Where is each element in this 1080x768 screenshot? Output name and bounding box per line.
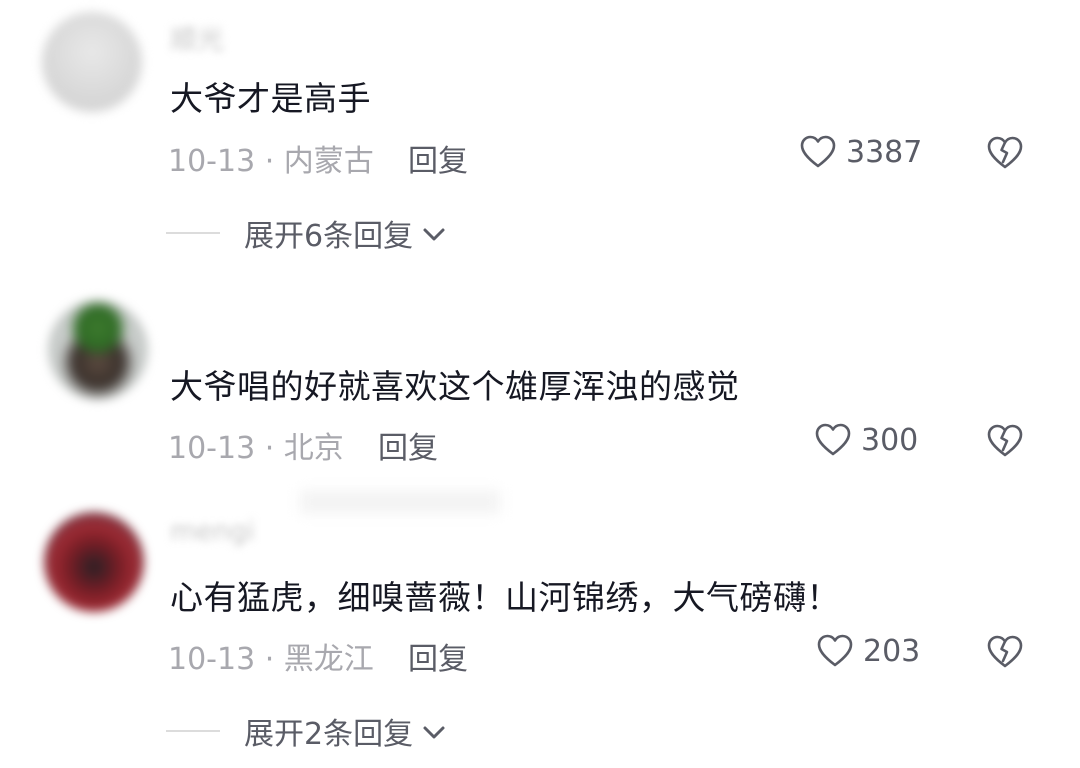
comment-text: 大爷才是高手 [170, 79, 371, 118]
expand-replies-button[interactable]: 展开6条回复 [166, 211, 449, 255]
reply-button[interactable]: 回复 [408, 634, 468, 678]
expand-replies-label: 展开6条回复 [244, 219, 414, 254]
broken-heart-icon[interactable] [985, 133, 1025, 173]
comment-date-location: 10-13 · 黑龙江 [168, 642, 374, 677]
avatar[interactable] [44, 512, 144, 612]
broken-heart-icon[interactable] [985, 632, 1025, 672]
like-button[interactable]: 300 [813, 420, 918, 460]
comment-list: 顺光 大爷才是高手 10-13 · 内蒙古 回复 3387 展开6条回复 大爷唱… [0, 0, 1080, 768]
username[interactable]: mengi [170, 516, 255, 547]
comment-date-location: 10-13 · 内蒙古 [168, 144, 374, 179]
heart-outline-icon [815, 423, 851, 456]
expand-replies-button[interactable]: 展开2条回复 [166, 709, 449, 753]
comment-date-location: 10-13 · 北京 [168, 431, 344, 466]
comment-text: 大爷唱的好就喜欢这个雄厚浑浊的感觉 [170, 367, 740, 406]
comment-text: 心有猛虎，细嗅蔷薇！山河锦绣，大气磅礴！ [170, 578, 840, 617]
reply-button[interactable]: 回复 [408, 136, 468, 180]
avatar[interactable] [48, 300, 148, 400]
like-button[interactable]: 3387 [798, 132, 922, 172]
blurred-placeholder [300, 490, 500, 514]
chevron-down-icon [423, 228, 445, 241]
chevron-down-icon [423, 726, 445, 739]
broken-heart-icon[interactable] [985, 421, 1025, 461]
reply-button[interactable]: 回复 [378, 423, 438, 467]
username[interactable]: 顺光 [170, 18, 224, 57]
like-count: 300 [861, 422, 919, 458]
heart-outline-icon [800, 135, 836, 168]
heart-outline-icon [817, 634, 853, 667]
avatar[interactable] [42, 12, 142, 112]
expand-replies-label: 展开2条回复 [244, 717, 414, 752]
like-button[interactable]: 203 [815, 631, 920, 671]
like-count: 3387 [846, 134, 923, 170]
divider-line [166, 730, 220, 732]
like-count: 203 [863, 633, 921, 669]
divider-line [166, 232, 220, 234]
